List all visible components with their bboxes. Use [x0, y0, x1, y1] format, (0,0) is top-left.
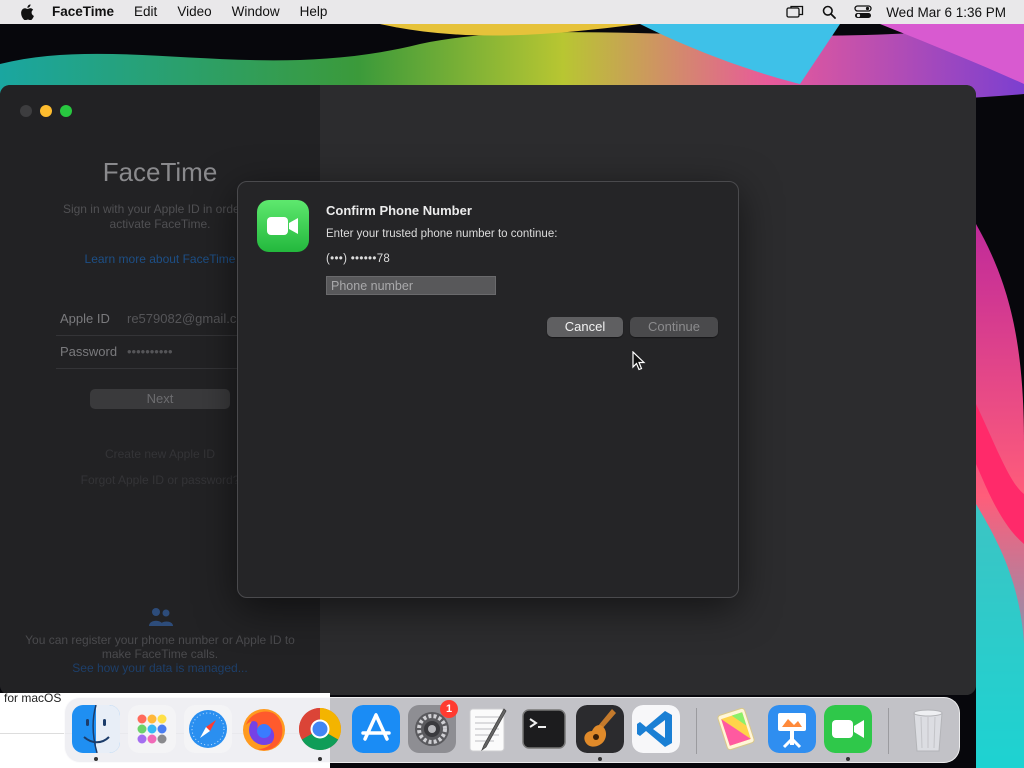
window-close-button[interactable]: [20, 105, 32, 117]
chrome-running-indicator: [318, 757, 322, 761]
dock-launchpad-icon[interactable]: [128, 705, 176, 753]
window-minimize-button[interactable]: [40, 105, 52, 117]
facetime-app-icon: [257, 200, 309, 252]
mouse-cursor-icon: [632, 351, 646, 371]
menu-bar: FaceTime Edit Video Window Help Wed Mar …: [0, 0, 1024, 24]
menu-clock[interactable]: Wed Mar 6 1:36 PM: [886, 5, 1006, 20]
password-field[interactable]: ••••••••••: [127, 344, 173, 359]
apple-id-label: Apple ID: [60, 311, 110, 326]
cancel-button[interactable]: Cancel: [547, 317, 623, 337]
dock: 1: [64, 697, 960, 763]
dock-chrome-icon[interactable]: [296, 705, 344, 753]
dock-firefox-icon[interactable]: [240, 705, 288, 753]
password-label: Password: [60, 344, 118, 359]
garageband-running-indicator: [598, 757, 602, 761]
dock-textedit-icon[interactable]: [464, 705, 512, 753]
apple-menu-icon[interactable]: [20, 4, 34, 20]
dock-facetime-icon[interactable]: [824, 705, 872, 753]
menu-video[interactable]: Video: [177, 0, 211, 24]
password-row: Password ••••••••••: [56, 336, 242, 369]
dock-finder-icon[interactable]: [72, 705, 120, 753]
menu-help[interactable]: Help: [300, 0, 328, 24]
dock-terminal-icon[interactable]: [520, 705, 568, 753]
dock-system-settings-icon[interactable]: 1: [408, 700, 458, 753]
background-window-text: for macOS: [4, 691, 62, 705]
next-button[interactable]: Next: [90, 389, 230, 409]
window-zoom-button[interactable]: [60, 105, 72, 117]
dock-pixelmator-icon[interactable]: [712, 705, 760, 753]
continue-button[interactable]: Continue: [630, 317, 718, 337]
dock-garageband-icon[interactable]: [576, 705, 624, 753]
people-icon: [149, 608, 173, 626]
dock-app-store-icon[interactable]: [352, 705, 400, 753]
spotlight-search-icon[interactable]: [820, 4, 838, 20]
facetime-running-indicator: [846, 757, 850, 761]
phone-number-input[interactable]: [326, 276, 496, 295]
apple-id-field[interactable]: re579082@gmail.com: [127, 311, 254, 326]
menu-app-name[interactable]: FaceTime: [52, 0, 114, 24]
screen-mirroring-icon[interactable]: [786, 4, 804, 20]
settings-notification-badge: 1: [440, 700, 458, 718]
registration-footer-text: You can register your phone number or Ap…: [25, 633, 295, 661]
control-center-icon[interactable]: [854, 4, 872, 20]
dock-keynote-icon[interactable]: [768, 705, 816, 753]
menu-edit[interactable]: Edit: [134, 0, 157, 24]
confirm-phone-dialog: Confirm Phone Number Enter your trusted …: [237, 181, 739, 598]
finder-running-indicator: [94, 757, 98, 761]
dock-safari-icon[interactable]: [184, 705, 232, 753]
masked-phone-number: (•••) ••••••78: [326, 253, 391, 265]
dock-vscode-icon[interactable]: [632, 705, 680, 753]
dock-separator-trash: [888, 708, 889, 754]
menu-window[interactable]: Window: [232, 0, 280, 24]
dock-separator: [696, 708, 697, 754]
dialog-title: Confirm Phone Number: [326, 203, 472, 218]
apple-id-row: Apple ID re579082@gmail.com: [56, 303, 254, 336]
data-managed-link[interactable]: See how your data is managed...: [20, 661, 300, 675]
dock-trash-icon[interactable]: [904, 705, 952, 753]
dialog-message: Enter your trusted phone number to conti…: [326, 228, 558, 240]
